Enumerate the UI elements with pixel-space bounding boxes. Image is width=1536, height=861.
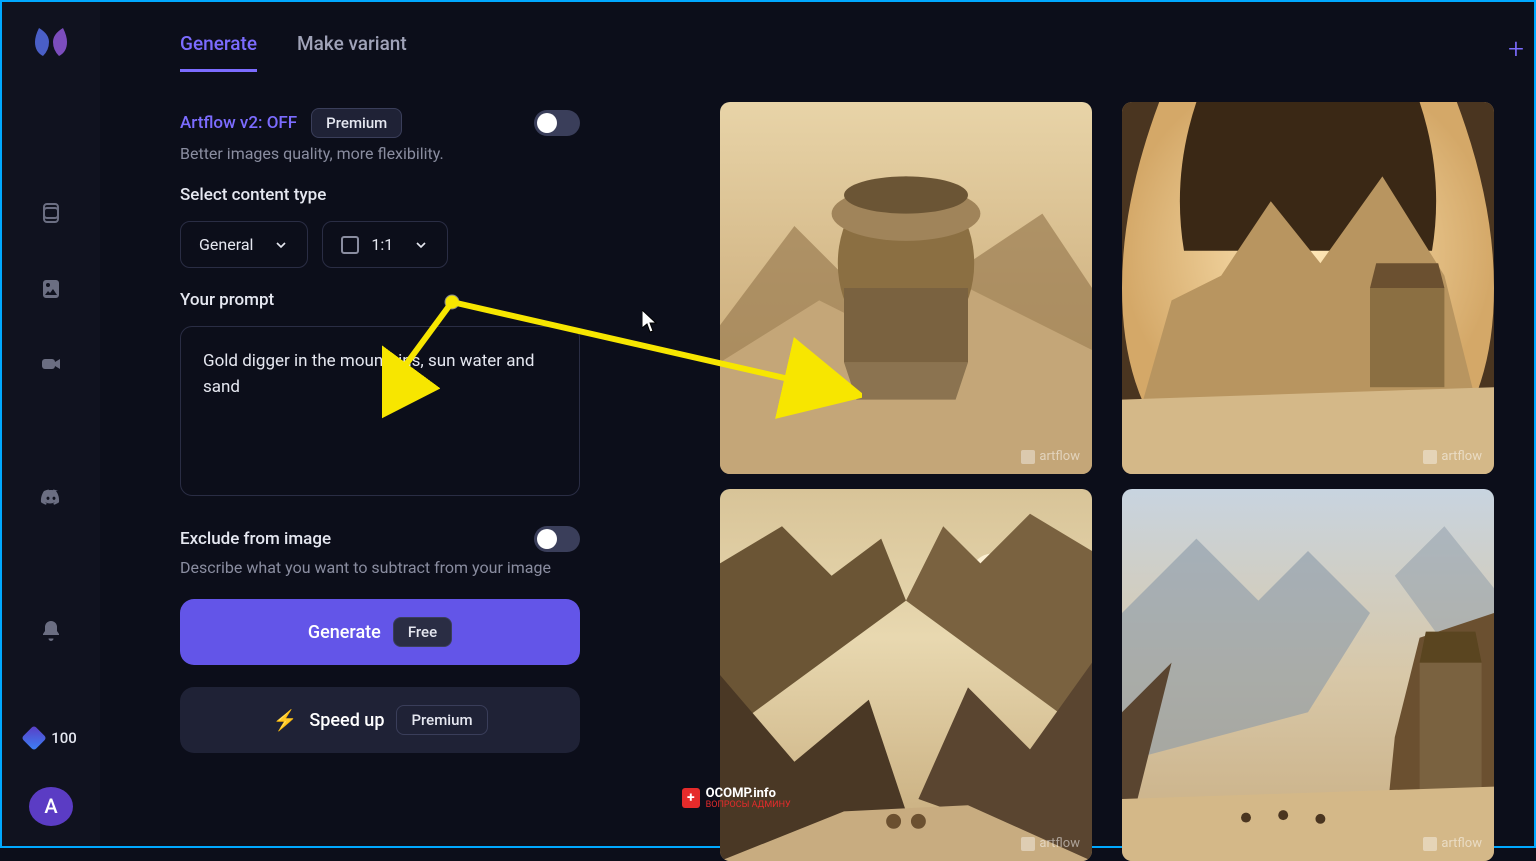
chevron-down-icon <box>273 237 289 253</box>
prompt-input[interactable] <box>180 326 580 496</box>
nav-icon-image[interactable] <box>31 271 71 307</box>
free-badge: Free <box>393 617 452 647</box>
tab-bar: Generate Make variant <box>180 32 580 72</box>
aspect-ratio-select[interactable]: 1:1 <box>322 221 448 268</box>
result-thumb[interactable]: artflow <box>1122 102 1494 474</box>
result-thumb[interactable]: artflow <box>1122 489 1494 861</box>
v2-label: Artflow v2: OFF <box>180 113 297 133</box>
tab-generate[interactable]: Generate <box>180 32 257 72</box>
credits-display: 100 <box>25 729 77 747</box>
tab-make-variant[interactable]: Make variant <box>297 32 407 72</box>
gem-icon <box>21 725 46 750</box>
nav-icon-bell[interactable] <box>31 613 71 649</box>
content-type-select[interactable]: General <box>180 221 308 268</box>
generate-button[interactable]: Generate Free <box>180 599 580 665</box>
exclude-toggle[interactable] <box>534 526 580 552</box>
exclude-label: Exclude from image <box>180 529 331 549</box>
watermark: artflow <box>1021 836 1080 851</box>
credits-value: 100 <box>51 729 77 747</box>
prompt-section: Your prompt <box>180 290 580 500</box>
control-panel: Generate Make variant Artflow v2: OFF Pr… <box>100 2 600 846</box>
watermark-icon <box>1423 450 1437 464</box>
v2-toggle[interactable] <box>534 110 580 136</box>
watermark: artflow <box>1021 449 1080 464</box>
nav-icon-video[interactable] <box>31 347 71 383</box>
premium-badge: Premium <box>311 108 402 138</box>
nav-icon-discord[interactable] <box>31 480 71 516</box>
exclude-section: Exclude from image Describe what you wan… <box>180 526 580 577</box>
ocomp-watermark: + OCOMP.info ВОПРОСЫ АДМИНУ <box>682 786 791 810</box>
nav-icon-layers[interactable] <box>31 195 71 231</box>
plus-icon: + <box>682 788 700 808</box>
watermark: artflow <box>1423 449 1482 464</box>
bolt-icon: ⚡ <box>272 708 297 732</box>
square-icon <box>341 236 359 254</box>
results-gallery: artflow artflow artflow artflow <box>600 2 1534 846</box>
add-button[interactable]: + <box>1508 32 1524 65</box>
app-logo <box>31 22 71 62</box>
content-type-label: Select content type <box>180 185 580 205</box>
prompt-label: Your prompt <box>180 290 580 310</box>
main-area: Generate Make variant Artflow v2: OFF Pr… <box>100 2 1534 846</box>
exclude-description: Describe what you want to subtract from … <box>180 558 580 577</box>
watermark-icon <box>1423 837 1437 851</box>
watermark-icon <box>1021 837 1035 851</box>
sidebar: 100 A <box>2 2 100 846</box>
v2-description: Better images quality, more flexibility. <box>180 144 580 163</box>
content-type-section: Select content type General 1:1 <box>180 185 580 268</box>
v2-section: Artflow v2: OFF Premium Better images qu… <box>180 108 580 163</box>
user-avatar[interactable]: A <box>29 787 73 826</box>
speedup-button[interactable]: ⚡ Speed up Premium <box>180 687 580 753</box>
watermark: artflow <box>1423 836 1482 851</box>
result-thumb[interactable]: artflow <box>720 102 1092 474</box>
premium-badge: Premium <box>396 705 487 735</box>
watermark-icon <box>1021 450 1035 464</box>
chevron-down-icon <box>413 237 429 253</box>
